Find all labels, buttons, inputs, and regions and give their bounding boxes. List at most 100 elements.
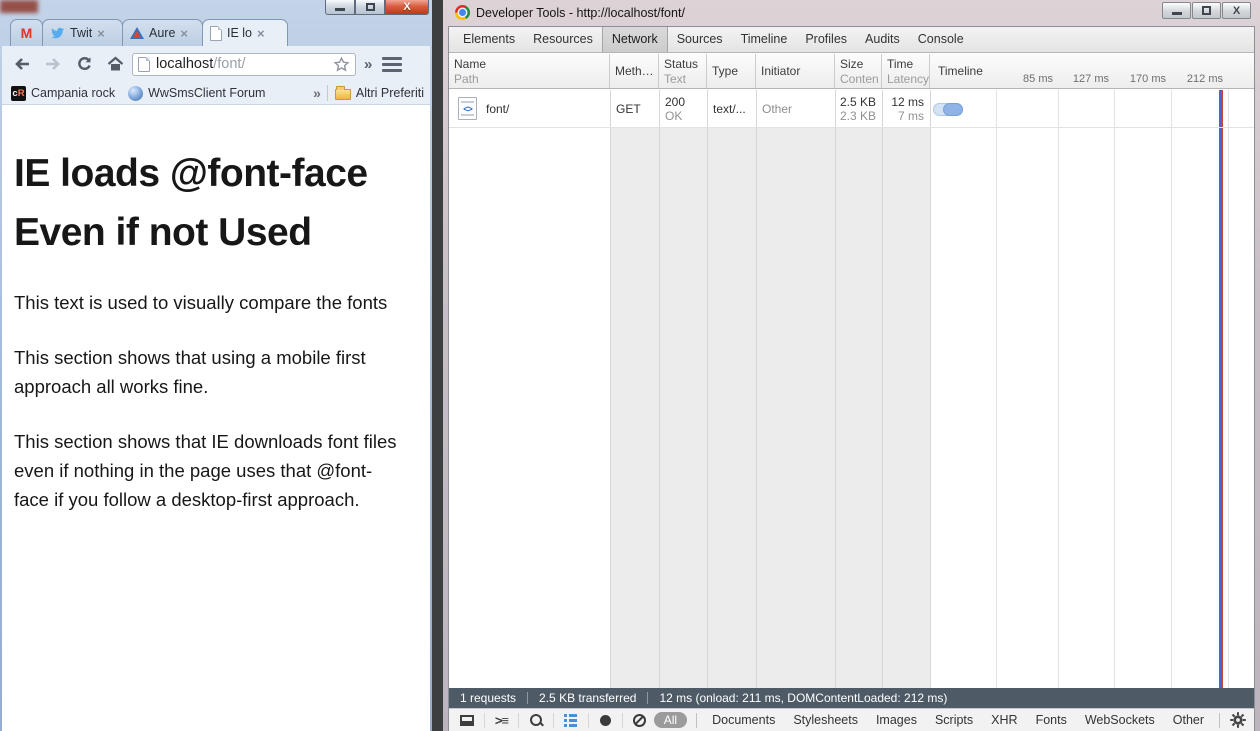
record-button[interactable] xyxy=(597,711,615,729)
gear-icon xyxy=(1230,712,1246,728)
filter-xhr[interactable]: XHR xyxy=(991,713,1017,727)
bookmark-folder-altri-preferiti[interactable]: Altri Preferiti xyxy=(335,86,424,100)
background-artifact xyxy=(0,0,38,13)
show-console-button[interactable]: >≡ xyxy=(493,711,511,729)
page-heading: IE loads @font-face Even if not Used xyxy=(14,144,404,262)
request-method: GET xyxy=(616,102,641,116)
request-type: text/... xyxy=(713,102,746,116)
timeline-waterfall-bar[interactable] xyxy=(933,103,963,116)
tab-elements[interactable]: Elements xyxy=(454,27,524,52)
column-header-name[interactable]: Name Path xyxy=(449,54,610,88)
timeline-tick-170ms: 170 ms xyxy=(1106,73,1166,85)
url-text[interactable]: localhost/font/ xyxy=(156,56,327,72)
onload-marker-line xyxy=(1221,90,1223,688)
back-arrow-icon xyxy=(13,56,31,72)
column-header-initiator[interactable]: Initiator xyxy=(756,54,835,88)
column-divider xyxy=(835,90,836,688)
column-divider xyxy=(756,90,757,688)
bookmark-star-icon[interactable] xyxy=(333,56,350,73)
minimize-button[interactable] xyxy=(1162,2,1191,19)
page-icon xyxy=(138,57,150,72)
tab-aure[interactable]: Aure × xyxy=(122,19,203,46)
background-window-strip xyxy=(432,0,443,731)
tab-close-icon[interactable]: × xyxy=(180,27,188,40)
filter-scripts[interactable]: Scripts xyxy=(935,713,973,727)
filter-button-active[interactable] xyxy=(562,711,580,729)
maximize-icon xyxy=(1202,6,1211,15)
tab-profiles[interactable]: Profiles xyxy=(796,27,856,52)
tab-sources[interactable]: Sources xyxy=(668,27,732,52)
bookmarks-overflow-chevrons[interactable]: » xyxy=(313,85,321,101)
tab-close-icon[interactable]: × xyxy=(257,27,265,40)
toolbar-separator xyxy=(1219,713,1220,728)
tab-label: Aure xyxy=(149,26,175,40)
devtools-bottom-toolbar: >≡ All Documents Stylesheets Images Scri… xyxy=(449,708,1254,731)
reload-button[interactable] xyxy=(73,52,95,76)
browser-window-controls: X xyxy=(325,0,429,15)
column-header-method[interactable]: Meth… xyxy=(610,54,659,88)
close-button[interactable]: X xyxy=(1222,2,1251,19)
forward-arrow-icon xyxy=(44,56,62,72)
timeline-gridline xyxy=(1058,90,1059,688)
dock-side-button[interactable] xyxy=(458,711,476,729)
tab-gmail-pinned[interactable]: M xyxy=(10,19,43,46)
forward-button[interactable] xyxy=(42,52,64,76)
tab-audits[interactable]: Audits xyxy=(856,27,909,52)
request-name[interactable]: font/ xyxy=(486,102,509,116)
maximize-button[interactable] xyxy=(1192,2,1221,19)
column-divider xyxy=(882,90,883,688)
maximize-button[interactable] xyxy=(355,0,385,15)
column-header-time[interactable]: Time Latency xyxy=(882,54,930,88)
filter-fonts[interactable]: Fonts xyxy=(1036,713,1067,727)
paragraph-compare-fonts: This text is used to visually compare th… xyxy=(14,288,404,317)
tab-ie-loads-active[interactable]: IE lo × xyxy=(202,19,288,46)
toolbar-separator xyxy=(588,713,589,728)
tab-timeline[interactable]: Timeline xyxy=(732,27,797,52)
column-header-size[interactable]: Size Conten xyxy=(835,54,882,88)
column-header-status[interactable]: Status Text xyxy=(659,54,707,88)
minimize-icon xyxy=(1172,12,1182,15)
tab-network[interactable]: Network xyxy=(602,27,668,52)
minimize-icon xyxy=(335,8,345,11)
settings-button[interactable] xyxy=(1213,712,1254,728)
bookmarks-separator xyxy=(327,85,328,101)
bookmark-wwsmsclient-forum[interactable]: WwSmsClient Forum xyxy=(128,86,265,101)
timeline-tick-85ms: 85 ms xyxy=(993,73,1053,85)
url-host: localhost xyxy=(156,56,213,72)
bookmark-folder-label: Altri Preferiti xyxy=(356,86,424,100)
tab-console[interactable]: Console xyxy=(909,27,973,52)
network-request-row[interactable]: font/ GET 200 OK text/... Other 2.5 KB 2… xyxy=(449,90,1254,128)
filter-websockets[interactable]: WebSockets xyxy=(1085,713,1155,727)
minimize-button[interactable] xyxy=(325,0,355,15)
filter-other[interactable]: Other xyxy=(1173,713,1204,727)
home-button[interactable] xyxy=(104,52,126,76)
devtools-titlebar: Developer Tools - http://localhost/font/ xyxy=(455,5,685,20)
filter-all-pill[interactable]: All xyxy=(654,712,687,728)
toolbar-separator xyxy=(622,713,623,728)
filter-images[interactable]: Images xyxy=(876,713,917,727)
tab-resources[interactable]: Resources xyxy=(524,27,602,52)
tab-label: IE lo xyxy=(227,26,252,40)
clear-button[interactable] xyxy=(631,711,649,729)
close-icon: X xyxy=(1233,5,1240,17)
toolbar-separator xyxy=(484,713,485,728)
summary-separator xyxy=(647,692,648,704)
address-bar[interactable]: localhost/font/ xyxy=(132,53,356,76)
timeline-tick-127ms: 127 ms xyxy=(1049,73,1109,85)
toolbar-separator xyxy=(696,713,697,728)
timeline-gridline xyxy=(1114,90,1115,688)
tab-close-icon[interactable]: × xyxy=(97,27,105,40)
search-button[interactable] xyxy=(527,711,545,729)
toolbar-overflow-chevrons[interactable]: » xyxy=(364,56,372,73)
tab-twitter[interactable]: Twit × xyxy=(42,19,123,46)
bookmark-campania-rock[interactable]: cR Campania rock xyxy=(11,86,115,101)
request-content-size: 2.3 KB xyxy=(840,109,876,123)
chrome-menu-icon[interactable] xyxy=(382,57,402,72)
filter-stylesheets[interactable]: Stylesheets xyxy=(793,713,858,727)
home-icon xyxy=(107,56,124,72)
back-button[interactable] xyxy=(11,52,33,76)
close-button[interactable]: X xyxy=(385,0,429,15)
filter-documents[interactable]: Documents xyxy=(712,713,775,727)
column-header-type[interactable]: Type xyxy=(707,54,756,88)
column-divider xyxy=(707,90,708,688)
